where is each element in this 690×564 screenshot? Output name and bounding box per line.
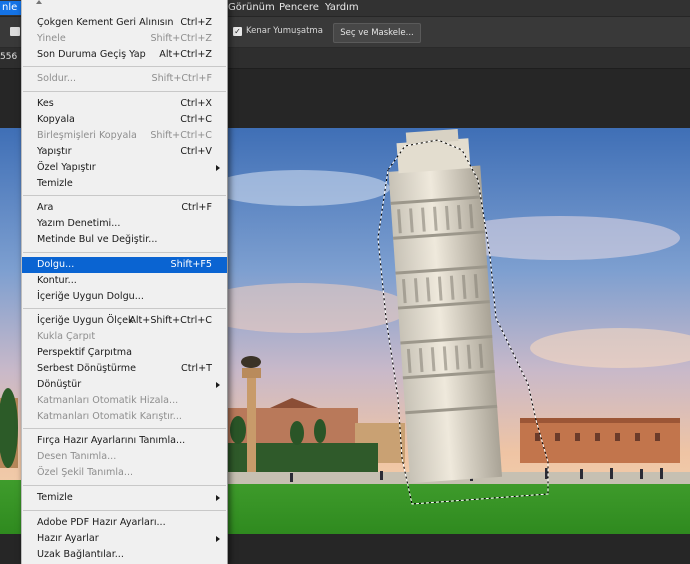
menu-item-paste-special[interactable]: Özel Yapıştır [22,160,227,176]
menu-item-shortcut: Shift+Ctrl+C [150,130,212,141]
menu-help[interactable]: Yardım [322,1,362,15]
submenu-arrow-icon [216,382,220,388]
menu-item-purge[interactable]: Temizle [22,490,227,506]
menu-item-undo[interactable]: Çokgen Kement Geri Alınısın Ctrl+Z [22,15,227,31]
menu-item-perspective-warp[interactable]: Perspektif Çarpıtma [22,345,227,361]
menu-item-label: Katmanları Otomatik Karıştır... [37,411,182,422]
menu-item-presets[interactable]: Hazır Ayarlar [22,531,227,547]
menu-item-copy[interactable]: Kopyala Ctrl+C [22,112,227,128]
menu-separator [23,428,226,429]
menu-item-auto-blend-layers: Katmanları Otomatik Karıştır... [22,409,227,425]
menu-edit[interactable]: nle [0,1,23,15]
selection-mode-icon[interactable] [10,27,20,36]
menu-item-clear[interactable]: Temizle [22,176,227,192]
menu-item-shortcut: Shift+Ctrl+Z [150,33,212,44]
menu-item-label: Soldur... [37,73,77,84]
menu-item-label: Yapıştır [37,146,72,157]
menu-item-paste[interactable]: Yapıştır Ctrl+V [22,144,227,160]
scroll-up-arrow-icon[interactable] [36,0,42,4]
menu-separator [23,91,226,92]
menu-item-label: İçeriğe Uygun Ölçek [37,315,134,326]
menu-separator [23,66,226,67]
submenu-arrow-icon [216,536,220,542]
menu-item-content-aware-fill[interactable]: İçeriğe Uygun Dolgu... [22,289,227,305]
menu-item-shortcut: Ctrl+F [181,202,212,213]
menu-item-label: Uzak Bağlantılar... [37,549,124,560]
menu-item-label: Ara [37,202,54,213]
menu-item-shortcut: Alt+Shift+Ctrl+C [129,315,212,326]
select-and-mask-button[interactable]: Seç ve Maskele... [333,23,421,43]
menu-item-label: İçeriğe Uygun Dolgu... [37,291,144,302]
menu-separator [23,510,226,511]
menu-item-shortcut: Ctrl+Z [180,17,212,28]
menu-item-cut[interactable]: Kes Ctrl+X [22,96,227,112]
menu-item-label: Desen Tanımla... [37,451,117,462]
menu-item-fill[interactable]: Dolgu... Shift+F5 [22,257,227,273]
menu-item-shortcut: Shift+Ctrl+F [151,73,212,84]
menu-item-define-brush-preset[interactable]: Fırça Hazır Ayarlarını Tanımla... [22,433,227,449]
menu-item-label: Kontur... [37,275,77,286]
menu-view[interactable]: Görünüm [225,1,278,15]
menu-item-fade: Soldur... Shift+Ctrl+F [22,71,227,87]
menu-item-define-custom-shape: Özel Şekil Tanımla... [22,465,227,481]
edit-menu-dropdown: Çokgen Kement Geri Alınısın Ctrl+Z Yinele S… [21,0,228,564]
menu-item-label: Perspektif Çarpıtma [37,347,132,358]
menu-item-copy-merged: Birleşmişleri Kopyala Shift+Ctrl+C [22,128,227,144]
menu-item-define-pattern: Desen Tanımla... [22,449,227,465]
menu-item-label: Birleşmişleri Kopyala [37,130,137,141]
submenu-arrow-icon [216,165,220,171]
menu-item-shortcut: Ctrl+X [180,98,212,109]
menu-item-puppet-warp: Kukla Çarpıt [22,329,227,345]
menu-item-label: Özel Yapıştır [37,162,96,173]
menu-item-shortcut: Alt+Ctrl+Z [159,49,212,60]
menu-item-label: Fırça Hazır Ayarlarını Tanımla... [37,435,186,446]
menu-item-label: Hazır Ayarlar [37,533,99,544]
menu-item-label: Çokgen Kement Geri Alınısın [37,17,174,28]
menu-separator [23,485,226,486]
menu-item-label: Yinele [37,33,66,44]
menu-item-check-spelling[interactable]: Yazım Denetimi... [22,216,227,232]
document-tab[interactable]: 556 [0,52,17,62]
menu-item-label: Temizle [37,492,73,503]
menu-item-remote-connections[interactable]: Uzak Bağlantılar... [22,547,227,563]
menu-item-shortcut: Ctrl+T [181,363,212,374]
menu-item-free-transform[interactable]: Serbest Dönüştürme Ctrl+T [22,361,227,377]
menu-item-label: Kukla Çarpıt [37,331,96,342]
menu-separator [23,252,226,253]
menu-item-label: Dönüştür [37,379,82,390]
menu-item-shortcut: Shift+F5 [170,259,212,270]
menu-item-label: Özel Şekil Tanımla... [37,467,134,478]
menu-window[interactable]: Pencere [276,1,322,15]
menu-item-transform[interactable]: Dönüştür [22,377,227,393]
menu-item-label: Adobe PDF Hazır Ayarları... [37,517,166,528]
menu-item-redo: Yinele Shift+Ctrl+Z [22,31,227,47]
menu-item-label: Son Duruma Geçiş Yap [37,49,146,60]
menu-item-label: Metinde Bul ve Değiştir... [37,234,158,245]
menu-item-shortcut: Ctrl+C [180,114,212,125]
menu-item-find-and-replace[interactable]: Metinde Bul ve Değiştir... [22,232,227,248]
menu-item-label: Yazım Denetimi... [37,218,121,229]
menu-item-label: Temizle [37,178,73,189]
antialias-label: Kenar Yumuşatma [246,26,323,36]
menu-item-search[interactable]: Ara Ctrl+F [22,200,227,216]
menu-item-stroke[interactable]: Kontur... [22,273,227,289]
menu-item-auto-align-layers: Katmanları Otomatik Hizala... [22,393,227,409]
menu-item-toggle-last-state[interactable]: Son Duruma Geçiş Yap Alt+Ctrl+Z [22,47,227,63]
menu-item-label: Katmanları Otomatik Hizala... [37,395,179,406]
menu-item-label: Serbest Dönüştürme [37,363,137,374]
menu-item-label: Kopyala [37,114,75,125]
submenu-arrow-icon [216,495,220,501]
menu-separator [23,308,226,309]
menu-item-label: Dolgu... [37,259,75,270]
menu-item-content-aware-scale[interactable]: İçeriğe Uygun Ölçek Alt+Shift+Ctrl+C [22,313,227,329]
menu-item-label: Kes [37,98,54,109]
antialias-checkbox[interactable]: ✓ [233,27,242,36]
menu-item-adobe-pdf-presets[interactable]: Adobe PDF Hazır Ayarları... [22,515,227,531]
menu-separator [23,195,226,196]
menu-item-shortcut: Ctrl+V [180,146,212,157]
